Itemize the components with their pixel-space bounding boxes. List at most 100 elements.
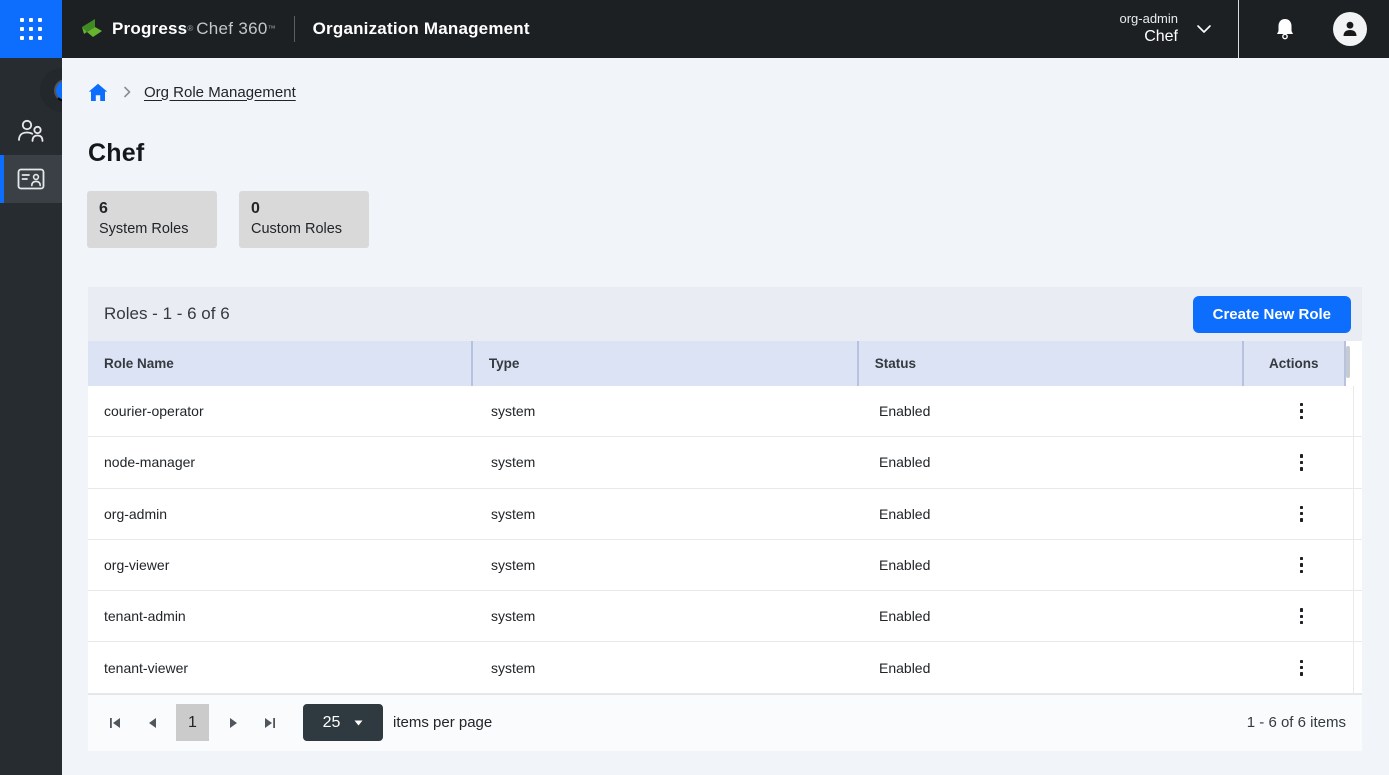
table-row: node-manager system Enabled: [88, 437, 1362, 488]
breadcrumb-separator: [123, 86, 131, 98]
cell-type: system: [475, 608, 863, 624]
breadcrumb-home[interactable]: [88, 83, 108, 102]
first-page-button[interactable]: [102, 710, 128, 736]
row-actions-menu-button[interactable]: [1288, 448, 1316, 476]
sidebar-item-users[interactable]: [0, 107, 62, 155]
table-row: courier-operator system Enabled: [88, 386, 1362, 437]
current-org-label: Chef: [1119, 27, 1178, 47]
first-page-icon: [108, 717, 122, 729]
column-header-role-name[interactable]: Role Name: [88, 341, 473, 386]
previous-page-button[interactable]: [139, 710, 165, 736]
column-header-type[interactable]: Type: [473, 341, 859, 386]
stat-label: Custom Roles: [251, 219, 357, 239]
pagination-range-label: 1 - 6 of 6 items: [1247, 714, 1346, 731]
main-content: Org Role Management Chef 6 System Roles …: [62, 58, 1389, 775]
row-gutter: [1353, 540, 1362, 590]
brand-name: Progress: [112, 19, 187, 39]
table-row: org-admin system Enabled: [88, 489, 1362, 540]
table-row: org-viewer system Enabled: [88, 540, 1362, 591]
create-new-role-button[interactable]: Create New Role: [1193, 296, 1351, 333]
stat-label: System Roles: [99, 219, 205, 239]
last-page-icon: [263, 717, 277, 729]
row-gutter: [1353, 437, 1362, 487]
cell-role-name: courier-operator: [88, 403, 475, 419]
cell-type: system: [475, 506, 863, 522]
column-header-actions[interactable]: Actions: [1244, 341, 1346, 386]
cell-status: Enabled: [863, 506, 1250, 522]
row-gutter: [1353, 591, 1362, 641]
row-actions-menu-button[interactable]: [1288, 654, 1316, 682]
panel-toolbar: Roles - 1 - 6 of 6 Create New Role: [88, 287, 1362, 341]
app-title: Organization Management: [313, 19, 530, 39]
stat-cards: 6 System Roles 0 Custom Roles: [87, 191, 1389, 248]
stat-card-system-roles: 6 System Roles: [87, 191, 217, 248]
notifications-button[interactable]: [1261, 17, 1309, 41]
row-actions-menu-button[interactable]: [1288, 397, 1316, 425]
chevron-down-icon: [1196, 24, 1212, 34]
logo-title-divider: [294, 16, 295, 42]
breadcrumb: Org Role Management: [88, 80, 1389, 104]
page-title: Chef: [88, 139, 1389, 168]
page-size-value: 25: [323, 714, 341, 732]
row-gutter: [1353, 642, 1362, 692]
person-icon: [1340, 19, 1360, 39]
sidebar-item-roles[interactable]: [0, 155, 62, 203]
cell-status: Enabled: [863, 557, 1250, 573]
brand-suffix: Chef 360: [196, 19, 267, 39]
role-badge-icon: [17, 168, 45, 190]
waffle-icon: [20, 18, 42, 40]
page-number-button[interactable]: 1: [176, 704, 209, 741]
stat-value: 0: [251, 198, 357, 219]
stat-card-custom-roles: 0 Custom Roles: [239, 191, 369, 248]
trademark-mark: ™: [268, 24, 276, 34]
cell-type: system: [475, 454, 863, 470]
table-header-row: Role Name Type Status Actions: [88, 341, 1362, 386]
chevron-right-icon: [123, 86, 131, 98]
cell-type: system: [475, 557, 863, 573]
row-actions-menu-button[interactable]: [1288, 602, 1316, 630]
cell-status: Enabled: [863, 660, 1250, 676]
cell-role-name: org-viewer: [88, 557, 475, 573]
cell-role-name: org-admin: [88, 506, 475, 522]
page-size-dropdown[interactable]: 25: [303, 704, 383, 741]
row-actions-menu-button[interactable]: [1288, 551, 1316, 579]
header-section-divider: [1238, 0, 1239, 58]
cell-status: Enabled: [863, 608, 1250, 624]
breadcrumb-link[interactable]: Org Role Management: [144, 84, 296, 101]
scrollbar-thumb[interactable]: [1346, 346, 1350, 378]
users-icon: [16, 118, 46, 144]
panel-title: Roles - 1 - 6 of 6: [104, 304, 230, 324]
row-gutter: [1353, 386, 1362, 436]
last-page-button[interactable]: [257, 710, 283, 736]
cell-status: Enabled: [863, 403, 1250, 419]
top-bar: Progress® Chef 360™ Organization Managem…: [0, 0, 1389, 58]
row-actions-menu-button[interactable]: [1288, 500, 1316, 528]
pagination-bar: 1 25 items per page 1 - 6 of 6 it: [88, 694, 1362, 751]
progress-chef-logo: Progress® Chef 360™: [79, 18, 276, 40]
caret-down-icon: [354, 720, 363, 726]
org-switcher-menu[interactable]: org-admin Chef: [1119, 11, 1212, 47]
cell-type: system: [475, 403, 863, 419]
home-icon: [88, 83, 108, 102]
user-role-label: org-admin: [1119, 11, 1178, 27]
items-per-page-label: items per page: [393, 714, 492, 731]
registered-mark: ®: [187, 24, 193, 34]
scrollbar-track[interactable]: [1346, 341, 1362, 386]
cell-role-name: tenant-admin: [88, 608, 475, 624]
table-row: tenant-viewer system Enabled: [88, 642, 1362, 693]
bell-icon: [1274, 17, 1296, 41]
next-page-button[interactable]: [220, 710, 246, 736]
table-body: courier-operator system Enabled node-man…: [88, 386, 1362, 694]
cell-type: system: [475, 660, 863, 676]
column-header-status[interactable]: Status: [859, 341, 1244, 386]
cell-role-name: node-manager: [88, 454, 475, 470]
roles-panel: Roles - 1 - 6 of 6 Create New Role Role …: [88, 287, 1362, 751]
progress-logo-icon: [79, 18, 105, 40]
avatar-button[interactable]: [1333, 12, 1367, 46]
row-gutter: [1353, 489, 1362, 539]
cell-role-name: tenant-viewer: [88, 660, 475, 676]
next-page-icon: [229, 717, 238, 729]
stat-value: 6: [99, 198, 205, 219]
previous-page-icon: [148, 717, 157, 729]
app-launcher-button[interactable]: [0, 0, 62, 58]
